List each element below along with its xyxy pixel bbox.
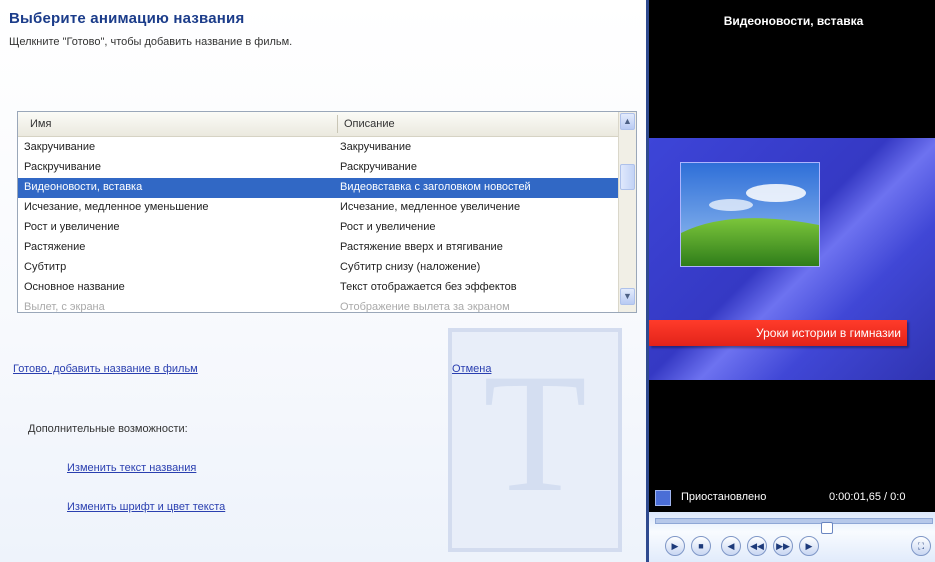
title-overlay-banner: Уроки истории в гимназии: [649, 320, 907, 346]
page-subtitle: Щелкните "Готово", чтобы добавить назван…: [9, 36, 293, 48]
animation-list[interactable]: Имя Описание Закручивание Закручивание Рас…: [17, 111, 637, 313]
list-item[interactable]: Субтитр Субтитр снизу (наложение): [18, 258, 618, 278]
video-preview: Уроки истории в гимназии: [649, 138, 935, 380]
list-rows: Закручивание Закручивание Раскручивание Рас…: [18, 138, 618, 313]
next-frame-icon[interactable]: ▶: [799, 536, 819, 556]
list-item[interactable]: Основное название Текст отображается без …: [18, 278, 618, 298]
list-item[interactable]: Растяжение Растяжение вверх и втягивание: [18, 238, 618, 258]
list-scrollbar[interactable]: ▲ ▼: [618, 112, 636, 312]
list-item[interactable]: Исчезание, медленное уменьшение Исчезание…: [18, 198, 618, 218]
column-divider[interactable]: [337, 115, 338, 133]
list-item[interactable]: Вылет, с экрана Отображение вылета за экр…: [18, 298, 618, 313]
title-watermark-icon: T: [448, 328, 622, 552]
list-header: Имя Описание: [18, 112, 618, 137]
forward-icon[interactable]: ▶▶: [773, 536, 793, 556]
scroll-up-icon[interactable]: ▲: [620, 113, 635, 130]
scroll-thumb[interactable]: [620, 164, 635, 190]
playback-status: Приостановлено: [681, 491, 767, 503]
change-font-color-link[interactable]: Изменить шрифт и цвет текста: [67, 501, 225, 513]
list-item[interactable]: Закручивание Закручивание: [18, 138, 618, 158]
list-item[interactable]: Рост и увеличение Рост и увеличение: [18, 218, 618, 238]
list-item-description: Отображение вылета за экраном: [340, 301, 510, 313]
task-panel: T Выберите анимацию названия Щелкните "Г…: [0, 0, 646, 562]
svg-text:T: T: [483, 339, 587, 527]
list-item-name: Раскручивание: [24, 161, 101, 173]
previous-frame-icon[interactable]: ◀: [721, 536, 741, 556]
done-add-title-link[interactable]: Готово, добавить название в фильм: [13, 363, 198, 375]
landscape-image: [680, 162, 820, 267]
column-description-header[interactable]: Описание: [344, 118, 395, 130]
fullscreen-icon[interactable]: ⛶: [911, 536, 931, 556]
list-item-description: Закручивание: [340, 141, 412, 153]
status-icon: [655, 490, 671, 506]
cancel-link[interactable]: Отмена: [452, 363, 491, 375]
change-title-text-link[interactable]: Изменить текст названия: [67, 462, 196, 474]
preview-panel: Видеоновости, вставка Уроки истории в ги…: [646, 0, 935, 562]
list-item-name: Закручивание: [24, 141, 96, 153]
more-options-label: Дополнительные возможности:: [28, 423, 188, 435]
column-name-header[interactable]: Имя: [30, 118, 51, 130]
stop-icon[interactable]: ■: [691, 536, 711, 556]
player-controls: ▶ ■ ◀ ◀◀ ▶▶ ▶ ⛶: [649, 512, 935, 562]
list-item[interactable]: Видеоновости, вставка Видеовставка с заго…: [18, 178, 618, 198]
seek-bar[interactable]: [655, 518, 933, 534]
list-item-description: Текст отображается без эффектов: [340, 281, 517, 293]
list-item-name: Видеоновости, вставка: [24, 181, 143, 193]
play-icon[interactable]: ▶: [665, 536, 685, 556]
list-item-description: Исчезание, медленное увеличение: [340, 201, 521, 213]
page-title: Выберите анимацию названия: [9, 10, 245, 27]
seek-thumb[interactable]: [821, 522, 833, 534]
list-item-description: Субтитр снизу (наложение): [340, 261, 481, 273]
playback-time: 0:00:01,65 / 0:0: [829, 491, 906, 503]
list-item-name: Вылет, с экрана: [24, 301, 105, 313]
list-item-name: Растяжение: [24, 241, 86, 253]
list-item-name: Рост и увеличение: [24, 221, 120, 233]
list-item-description: Растяжение вверх и втягивание: [340, 241, 503, 253]
list-item-name: Основное название: [24, 281, 125, 293]
list-item-name: Субтитр: [24, 261, 67, 273]
list-item-description: Раскручивание: [340, 161, 417, 173]
preview-title: Видеоновости, вставка: [723, 14, 864, 28]
rewind-icon[interactable]: ◀◀: [747, 536, 767, 556]
list-item[interactable]: Раскручивание Раскручивание: [18, 158, 618, 178]
list-item-name: Исчезание, медленное уменьшение: [24, 201, 209, 213]
player-status-bar: Приостановлено 0:00:01,65 / 0:0: [649, 484, 935, 512]
list-item-description: Рост и увеличение: [340, 221, 436, 233]
scroll-down-icon[interactable]: ▼: [620, 288, 635, 305]
list-item-description: Видеовставка с заголовком новостей: [340, 181, 531, 193]
